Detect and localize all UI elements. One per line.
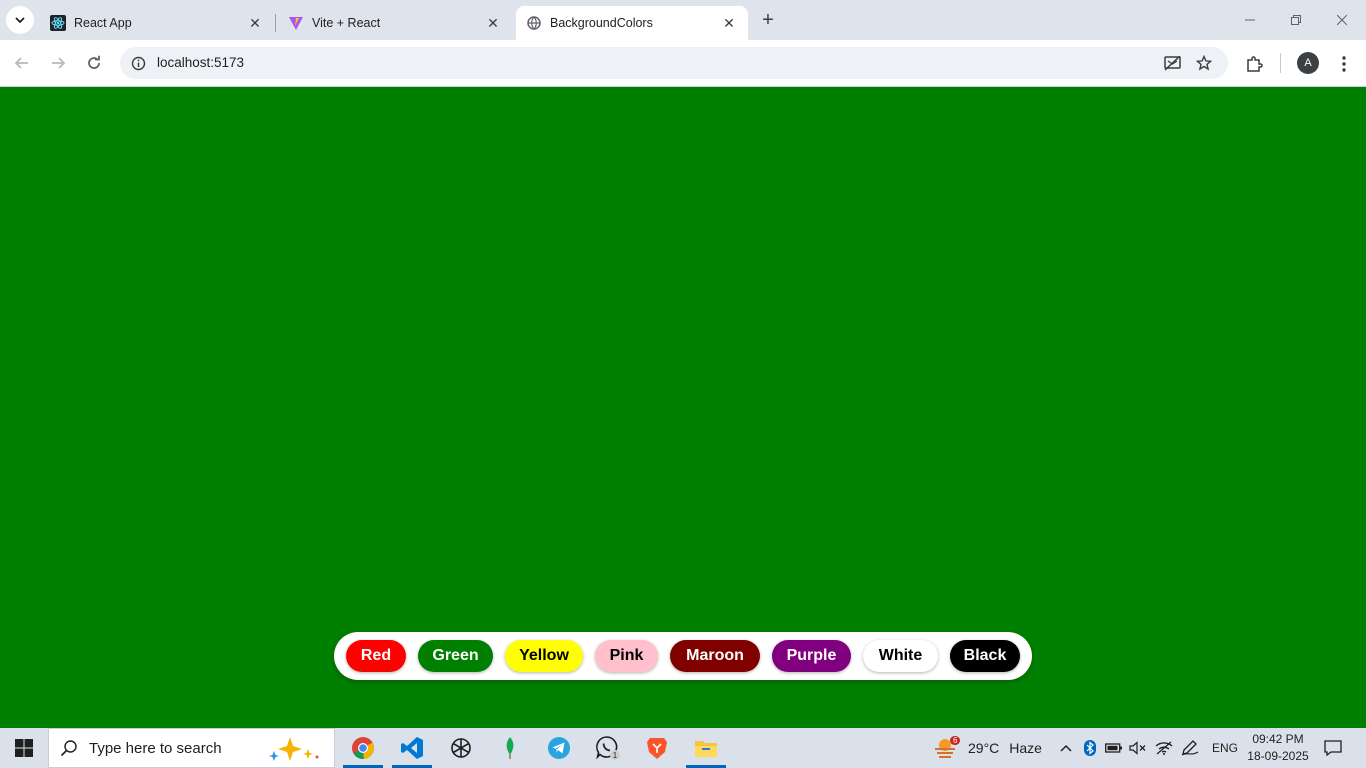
whatsapp-icon[interactable]: 1 xyxy=(584,728,632,768)
color-button-yellow[interactable]: Yellow xyxy=(505,640,583,672)
pen-icon[interactable] xyxy=(1180,738,1200,758)
color-button-purple[interactable]: Purple xyxy=(772,640,851,672)
browser-toolbar: localhost:5173 A xyxy=(0,40,1366,87)
extensions-icon[interactable] xyxy=(1242,52,1266,76)
speaker-muted-icon[interactable] xyxy=(1128,738,1148,758)
tab-search-button[interactable] xyxy=(6,6,34,34)
start-button[interactable] xyxy=(0,728,48,768)
battery-icon[interactable] xyxy=(1104,738,1124,758)
new-tab-button[interactable]: + xyxy=(755,7,781,33)
chevron-up-icon[interactable] xyxy=(1056,738,1076,758)
chevron-down-icon xyxy=(15,17,25,24)
chatgpt-icon[interactable] xyxy=(437,728,485,768)
weather-widget[interactable]: 6 29°C Haze xyxy=(932,728,1042,768)
tracking-protection-icon[interactable] xyxy=(1162,53,1182,73)
globe-icon xyxy=(526,15,542,31)
tab-title: React App xyxy=(74,16,132,30)
reload-icon xyxy=(88,55,100,69)
notification-icon[interactable] xyxy=(1320,736,1346,760)
vite-icon xyxy=(288,15,304,31)
close-icon[interactable]: ✕ xyxy=(720,14,738,32)
telegram-icon[interactable] xyxy=(535,728,583,768)
close-icon[interactable]: ✕ xyxy=(246,14,264,32)
weather-temp: 29°C xyxy=(968,740,1000,756)
taskbar-search-box[interactable]: Type here to search xyxy=(48,728,335,768)
address-bar[interactable]: localhost:5173 xyxy=(120,47,1228,79)
tab-vite-react[interactable]: Vite + React ✕ xyxy=(278,6,512,40)
weather-alert-badge: 6 xyxy=(950,736,961,745)
color-button-red[interactable]: Red xyxy=(346,640,406,672)
minimize-icon[interactable] xyxy=(1230,6,1270,34)
file-explorer-icon[interactable] xyxy=(682,728,730,768)
back-button[interactable] xyxy=(8,49,36,77)
tab-separator xyxy=(275,14,276,32)
vscode-icon[interactable] xyxy=(388,728,436,768)
search-icon xyxy=(49,739,89,757)
color-picker-bar: Red Green Yellow Pink Maroon Purple White Black xyxy=(334,632,1032,680)
chrome-icon[interactable] xyxy=(339,728,387,768)
clock-date: 18-09-2025 xyxy=(1247,749,1309,763)
toolbar-divider xyxy=(1280,53,1281,73)
search-placeholder: Type here to search xyxy=(89,739,222,757)
react-icon xyxy=(50,15,66,31)
brave-icon[interactable] xyxy=(633,728,681,768)
arrow-right-icon xyxy=(52,57,66,69)
windows-logo-icon xyxy=(15,739,33,757)
wifi-icon[interactable] xyxy=(1154,738,1174,758)
window-close-icon[interactable] xyxy=(1322,6,1362,34)
clock-time: 09:42 PM xyxy=(1252,732,1304,746)
browser-tab-strip: React App ✕ Vite + React ✕ BackgroundCol… xyxy=(0,0,1366,40)
tab-title: Vite + React xyxy=(312,16,381,30)
site-info-icon[interactable] xyxy=(128,53,148,73)
page-background: Red Green Yellow Pink Maroon Purple White Black xyxy=(0,87,1366,728)
restore-icon[interactable] xyxy=(1276,6,1316,34)
tab-background-colors[interactable]: BackgroundColors ✕ xyxy=(516,6,748,40)
color-button-black[interactable]: Black xyxy=(950,640,1020,672)
tab-react-app[interactable]: React App ✕ xyxy=(40,6,274,40)
language-indicator[interactable]: ENG xyxy=(1212,741,1238,755)
mongodb-icon[interactable] xyxy=(486,728,534,768)
color-button-white[interactable]: White xyxy=(863,640,938,672)
bookmark-star-icon[interactable] xyxy=(1194,53,1214,73)
windows-taskbar: Type here to search 1 6 29°C Haze ENG 09… xyxy=(0,728,1366,768)
whatsapp-badge: 1 xyxy=(613,751,618,760)
close-icon[interactable]: ✕ xyxy=(484,14,502,32)
url-text[interactable]: localhost:5173 xyxy=(157,55,244,70)
sparkle-icon xyxy=(269,737,319,761)
color-button-green[interactable]: Green xyxy=(418,640,493,672)
profile-avatar[interactable]: A xyxy=(1297,52,1319,74)
arrow-left-icon xyxy=(14,57,28,69)
forward-button[interactable] xyxy=(44,49,72,77)
clock[interactable]: 09:42 PM 18-09-2025 xyxy=(1246,731,1310,765)
weather-condition: Haze xyxy=(1009,740,1042,756)
bluetooth-icon[interactable] xyxy=(1080,738,1100,758)
tab-title: BackgroundColors xyxy=(550,16,653,30)
color-button-pink[interactable]: Pink xyxy=(595,640,658,672)
color-button-maroon[interactable]: Maroon xyxy=(670,640,760,672)
kebab-menu-icon[interactable] xyxy=(1332,52,1356,76)
reload-button[interactable] xyxy=(80,49,108,77)
